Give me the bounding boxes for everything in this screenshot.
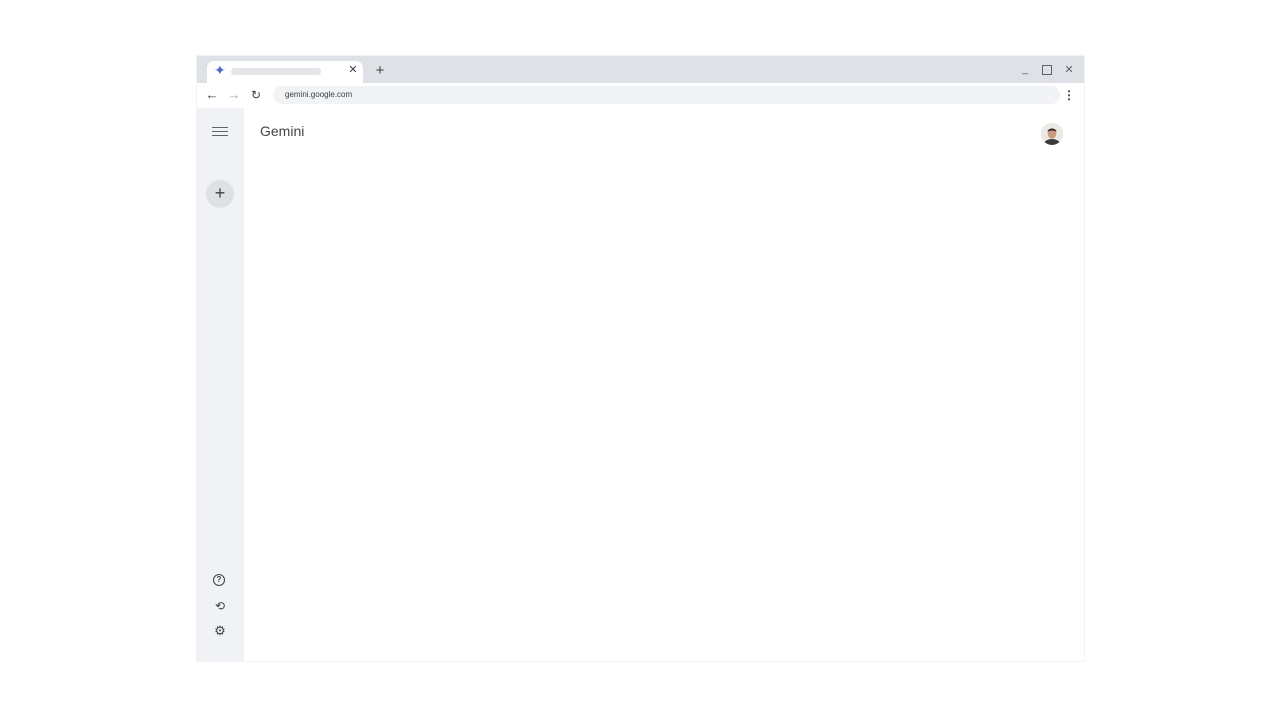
maximize-icon[interactable] [1039, 62, 1055, 78]
hamburger-icon[interactable] [212, 127, 228, 139]
new-tab-button[interactable]: + [372, 63, 388, 79]
close-window-icon[interactable]: ✕ [1061, 62, 1077, 78]
url-text: gemini.google.com [285, 90, 353, 99]
close-tab-icon[interactable]: ✕ [345, 62, 361, 78]
address-bar[interactable]: gemini.google.com ☆ [273, 86, 1060, 104]
settings-gear-icon[interactable]: ⚙ [213, 624, 227, 638]
browser-toolbar: ← → ↻ gemini.google.com ☆ ⋮ [197, 83, 1084, 108]
avatar[interactable] [1041, 123, 1063, 145]
browser-window: ✦ ✕ + _ ✕ ← → ↻ gemini.google.com ☆ ⋮ + … [197, 56, 1084, 661]
page-title: Gemini [260, 123, 305, 139]
minimize-icon[interactable]: _ [1017, 61, 1033, 77]
forward-arrow-icon[interactable]: → [226, 87, 242, 103]
gemini-sparkle-icon: ✦ [214, 62, 226, 78]
browser-menu-icon[interactable]: ⋮ [1062, 87, 1076, 103]
help-glyph: ? [213, 574, 225, 586]
main-content: Gemini [244, 108, 1084, 661]
sidebar: + ? ⟲ ⚙ [197, 108, 244, 661]
activity-history-icon[interactable]: ⟲ [213, 599, 227, 613]
active-tab[interactable]: ✦ ✕ [207, 61, 363, 83]
tab-strip: ✦ ✕ + _ ✕ [197, 56, 1084, 83]
back-arrow-icon[interactable]: ← [204, 87, 220, 103]
reload-icon[interactable]: ↻ [248, 87, 264, 103]
tab-title [231, 68, 321, 75]
new-chat-button[interactable]: + [206, 180, 234, 208]
user-avatar-icon [1041, 123, 1063, 145]
help-icon[interactable]: ? [213, 574, 227, 588]
